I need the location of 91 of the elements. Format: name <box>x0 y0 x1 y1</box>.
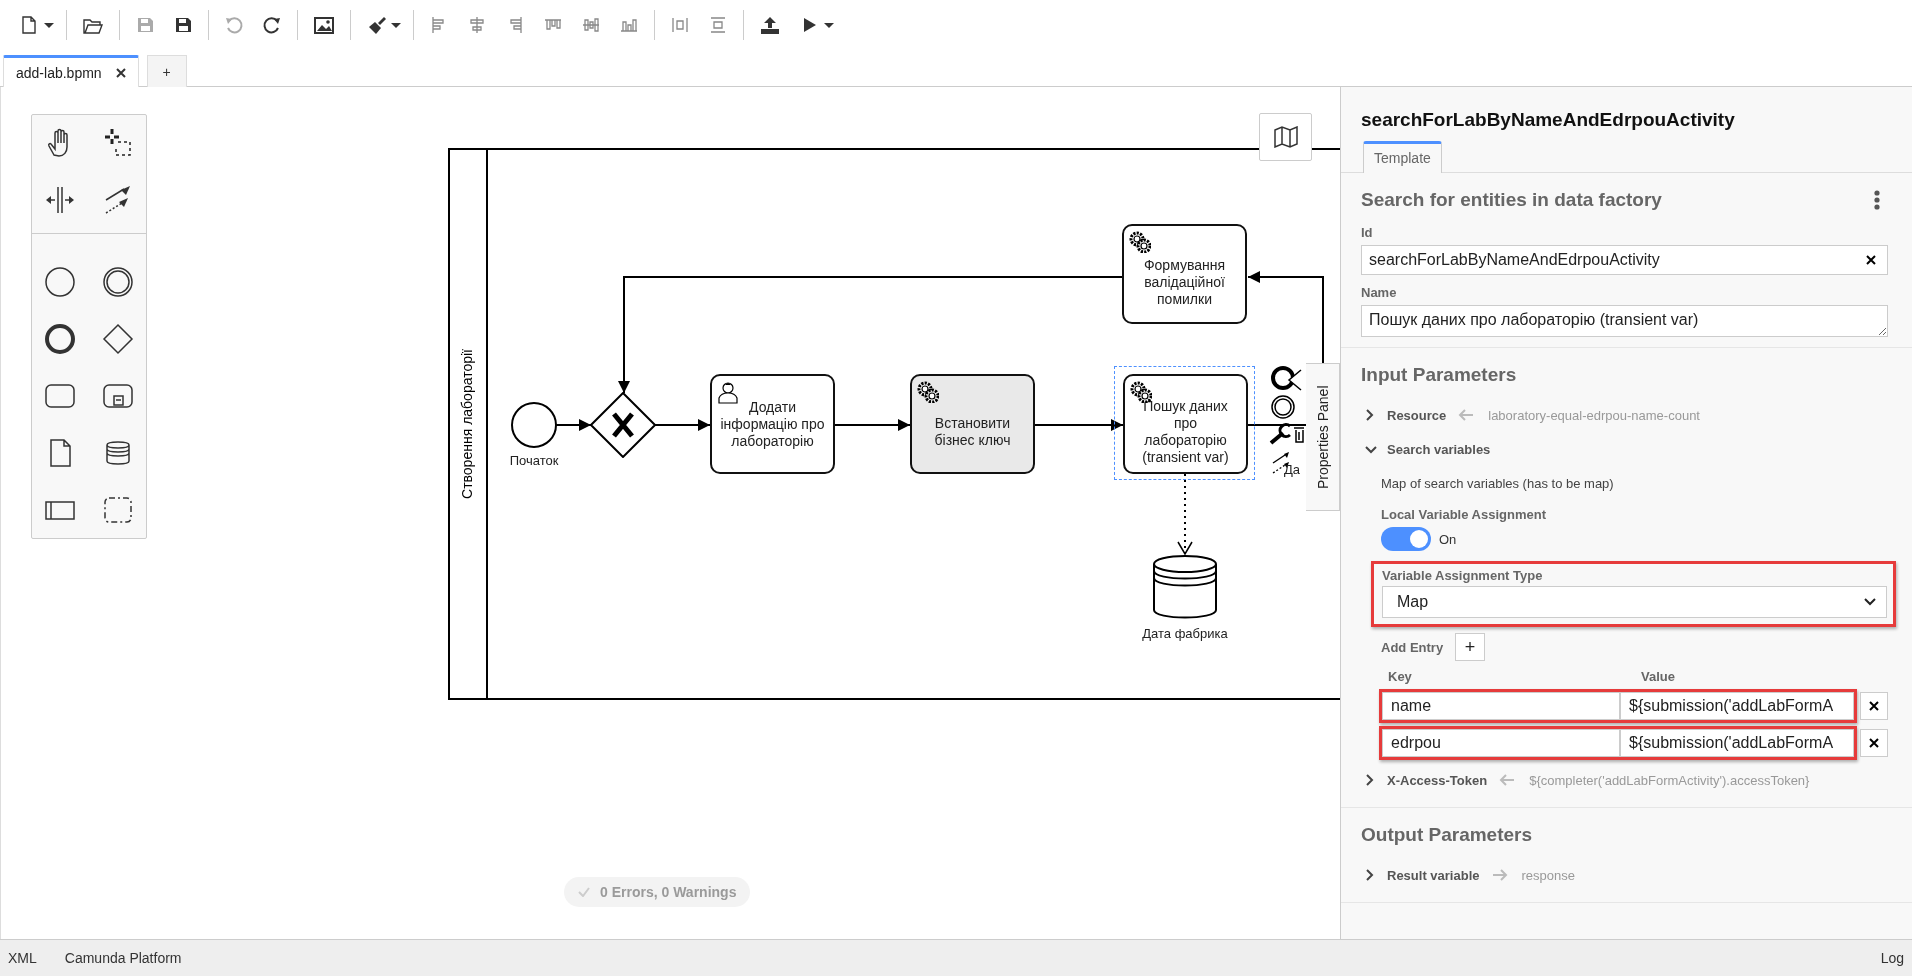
arrow-left-icon <box>1499 774 1516 786</box>
caret-icon[interactable] <box>824 22 834 28</box>
arrow-left-icon <box>1458 409 1475 421</box>
event-label: Початок <box>508 453 560 468</box>
element-label: Да <box>1284 462 1301 477</box>
section-title: Input Parameters <box>1361 363 1518 387</box>
key-field[interactable]: name <box>1382 692 1620 720</box>
user-icon <box>717 381 739 405</box>
parameter-label[interactable]: Resource <box>1387 407 1447 423</box>
gateway-icon[interactable] <box>102 323 134 355</box>
exclusive-gateway <box>590 392 656 458</box>
map-icon <box>1273 126 1298 148</box>
caret-icon[interactable] <box>44 22 54 28</box>
trash-icon[interactable] <box>1293 427 1305 443</box>
gear-icon <box>1129 231 1151 253</box>
start-event <box>511 402 557 448</box>
assignment-type-select[interactable]: Map <box>1382 586 1887 618</box>
value-field[interactable]: ${submission('addLabFormA <box>1620 692 1854 720</box>
parameter-label[interactable]: Result variable <box>1387 867 1480 883</box>
parameter-value: ${completer('addLabFormActivity').accessToken} <box>1529 772 1810 788</box>
chevron-down-icon <box>1864 598 1876 606</box>
lint-text: 0 Errors, 0 Warnings <box>600 884 737 900</box>
minimap-button[interactable] <box>1259 113 1312 161</box>
data-store-label: Дата фабрика <box>1141 626 1229 641</box>
status-bar-item[interactable]: Log <box>1880 950 1904 966</box>
add-entry-button[interactable]: + <box>1455 633 1486 661</box>
new-file-icon[interactable] <box>19 15 39 35</box>
value-field[interactable]: ${submission('addLabFormA <box>1620 729 1854 757</box>
element-id-title: searchForLabByNameAndEdrpouActivity <box>1360 108 1736 132</box>
check-icon <box>578 887 590 897</box>
end-event-icon[interactable] <box>44 323 76 355</box>
end-event-icon[interactable] <box>1271 366 1295 390</box>
save-as-icon[interactable] <box>173 15 193 35</box>
close-icon[interactable] <box>115 67 126 78</box>
data-store <box>1152 554 1218 620</box>
column-header: Key <box>1388 669 1413 684</box>
intermediate-event-icon[interactable] <box>102 266 134 298</box>
toggle-switch[interactable] <box>1381 527 1431 551</box>
lane-label: Створення лабораторії <box>459 349 475 499</box>
id-field[interactable]: searchForLabByNameAndEdrpouActivity <box>1361 245 1888 275</box>
add-tab-button[interactable]: + <box>146 55 187 87</box>
add-entry-label: Add Entry <box>1381 639 1444 655</box>
parameter-value: laboratory-equal-edrpou-name-count <box>1488 407 1700 423</box>
clear-icon <box>1869 701 1879 711</box>
parameter-label[interactable]: X-Access-Token <box>1387 772 1488 788</box>
redo-icon[interactable] <box>262 15 282 35</box>
status-bar-item[interactable]: XML <box>8 950 37 966</box>
properties-panel-toggle[interactable]: Properties Panel <box>1306 363 1340 511</box>
field-label: Variable Assignment Type <box>1382 568 1544 583</box>
task-label: Пошук даних про лабораторію (transient var) <box>1141 398 1230 466</box>
sequence-flow <box>654 419 711 431</box>
align-middle-icon[interactable] <box>581 15 601 35</box>
task-label: Встановити бізнес ключ <box>933 415 1012 449</box>
gear-icon <box>917 381 939 403</box>
align-center-icon[interactable] <box>467 15 487 35</box>
remove-entry-button[interactable] <box>1860 692 1888 720</box>
field-label: Name <box>1361 285 1398 300</box>
wrench-icon[interactable] <box>1269 423 1291 445</box>
field-label: Id <box>1361 225 1374 240</box>
lasso-tool-icon[interactable] <box>102 127 134 159</box>
sequence-flow <box>555 419 592 431</box>
intermediate-event-icon[interactable] <box>1271 395 1295 419</box>
task-label: Додати інформацію про лабораторію <box>720 398 825 450</box>
arrow-right-icon <box>1491 869 1508 881</box>
task-label: Формування валідаційної помилки <box>1142 256 1227 308</box>
parameter-label[interactable]: Search variables <box>1387 441 1491 457</box>
gear-icon <box>1130 381 1152 403</box>
clear-icon <box>1869 738 1879 748</box>
template-tab[interactable]: Template <box>1363 141 1442 173</box>
remove-entry-button[interactable] <box>1860 729 1888 757</box>
space-tool-icon[interactable] <box>44 184 76 216</box>
gateway-icon[interactable] <box>1287 369 1302 391</box>
caret-icon[interactable] <box>391 22 401 28</box>
start-event-icon[interactable] <box>44 266 76 298</box>
toggle-state: On <box>1439 531 1457 547</box>
parameter-value: response <box>1521 867 1575 883</box>
column-header: Value <box>1641 669 1675 684</box>
file-tab[interactable]: add-lab.bpmn <box>3 55 139 87</box>
chevron-down-icon[interactable] <box>1365 443 1377 455</box>
clear-icon[interactable] <box>1866 255 1876 265</box>
key-field[interactable]: edrpou <box>1382 729 1620 757</box>
status-bar-item[interactable]: Camunda Platform <box>64 950 182 966</box>
group-icon[interactable] <box>102 494 134 526</box>
image-icon[interactable] <box>313 15 335 35</box>
name-field[interactable]: Пошук даних про лабораторію (transient var) <box>1361 305 1888 337</box>
description-text: Map of search variables (has to be map) <box>1381 476 1615 491</box>
more-options-icon[interactable] <box>1874 190 1880 210</box>
section-title: Output Parameters <box>1361 823 1534 847</box>
field-label: Local Variable Assignment <box>1381 507 1547 522</box>
upload-icon[interactable] <box>759 15 781 35</box>
group-title: Search for entities in data factory <box>1361 189 1662 211</box>
